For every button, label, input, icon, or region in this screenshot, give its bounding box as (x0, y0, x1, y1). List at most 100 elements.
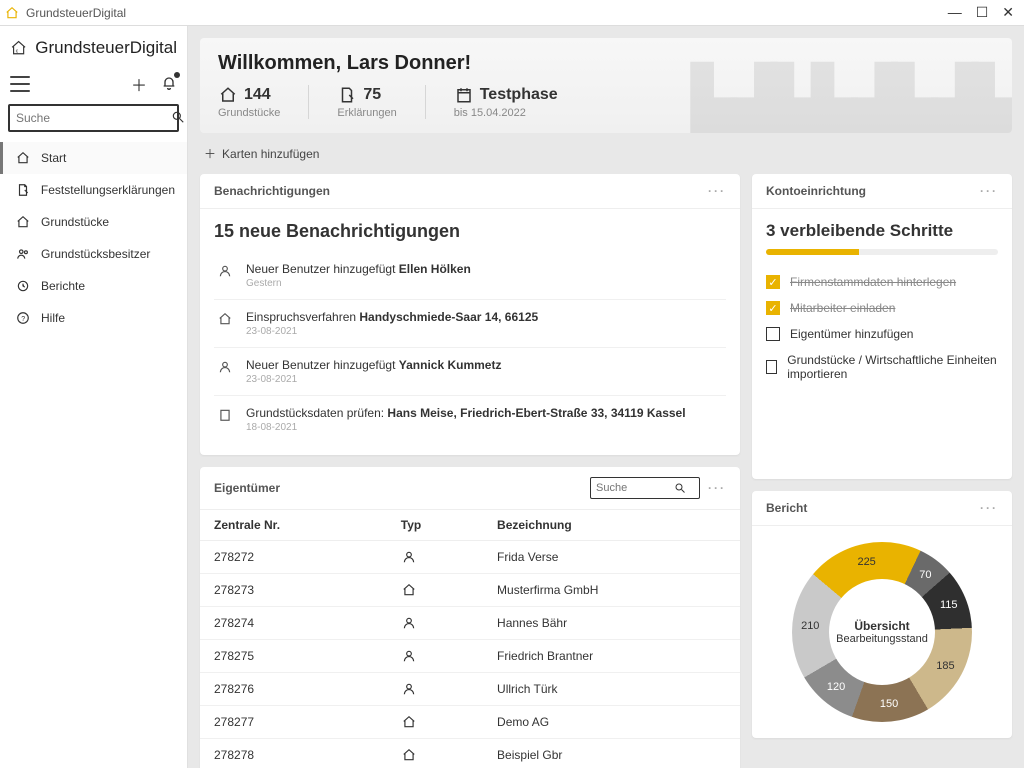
user-icon (401, 648, 417, 664)
cell-nr: 278273 (200, 574, 387, 607)
brand-text: GrundsteuerDigital (35, 38, 177, 58)
window-minimize[interactable]: — (948, 4, 962, 21)
house-icon (218, 85, 238, 105)
nav-start[interactable]: Start (0, 142, 187, 174)
bell-icon[interactable] (161, 74, 177, 95)
add-cards-label: Karten hinzufügen (222, 147, 319, 161)
calendar-icon (454, 85, 474, 105)
window-title: GrundsteuerDigital (26, 6, 126, 20)
nav-owners[interactable]: Grundstücksbesitzer (0, 238, 187, 270)
checkbox-icon: ✓ (766, 275, 780, 289)
cell-nr: 278275 (200, 640, 387, 673)
step-label: Mitarbeiter einladen (790, 301, 895, 315)
setup-title: 3 verbleibende Schritte (766, 221, 998, 241)
stat-label: Grundstücke (218, 107, 280, 119)
donut-segment-label: 115 (940, 599, 958, 611)
donut-segment-label: 225 (857, 556, 875, 568)
col-type[interactable]: Typ (387, 510, 483, 541)
table-row[interactable]: 278276Ullrich Türk (200, 673, 740, 706)
document-icon (15, 182, 31, 198)
nav-declarations[interactable]: Feststellungserklärungen (0, 174, 187, 206)
notification-date: Gestern (246, 278, 724, 289)
house-icon (401, 747, 417, 763)
owners-search-input[interactable] (596, 482, 674, 494)
col-nr[interactable]: Zentrale Nr. (200, 510, 387, 541)
user-icon (401, 681, 417, 697)
setup-step[interactable]: ✓Firmenstammdaten hinterlegen (766, 269, 998, 295)
notification-date: 23-08-2021 (246, 326, 724, 337)
menu-icon[interactable] (10, 76, 30, 92)
help-icon: ? (15, 310, 31, 326)
notification-item[interactable]: Neuer Benutzer hinzugefügt Yannick Kumme… (214, 348, 726, 396)
nav-reports[interactable]: Berichte (0, 270, 187, 302)
clock-icon (15, 278, 31, 294)
cell-nr: 278274 (200, 607, 387, 640)
setup-progress (766, 249, 998, 255)
svg-text:€: € (16, 48, 19, 53)
table-row[interactable]: 278272Frida Verse (200, 541, 740, 574)
notification-text: Neuer Benutzer hinzugefügt Ellen Hölken (246, 262, 724, 276)
notification-item[interactable]: Einspruchsverfahren Handyschmiede-Saar 1… (214, 300, 726, 348)
checkbox-icon (766, 327, 780, 341)
nav-label: Feststellungserklärungen (41, 183, 175, 197)
home-icon (15, 150, 31, 166)
card-title: Benachrichtigungen (214, 184, 330, 198)
skyline-decor: ▙▟▙▙▟▙▟▙ (691, 63, 1012, 133)
stat-value: 75 (363, 86, 381, 104)
notification-item[interactable]: Grundstücksdaten prüfen: Hans Meise, Fri… (214, 396, 726, 443)
more-icon[interactable]: ··· (980, 501, 998, 515)
sidebar-search-input[interactable] (16, 111, 171, 125)
more-icon[interactable]: ··· (708, 184, 726, 198)
user-icon (401, 615, 417, 631)
nav-label: Grundstücksbesitzer (41, 247, 150, 261)
nav-help[interactable]: ? Hilfe (0, 302, 187, 334)
step-label: Grundstücke / Wirtschaftliche Einheiten … (787, 353, 998, 381)
table-row[interactable]: 278277Demo AG (200, 706, 740, 739)
cell-name: Frida Verse (483, 541, 740, 574)
owners-card: Eigentümer ··· Zentrale N (200, 467, 740, 768)
window-maximize[interactable]: ☐ (976, 4, 989, 21)
sidebar-search[interactable] (8, 104, 179, 132)
nav: Start Feststellungserklärungen Grundstüc… (0, 142, 187, 334)
main: ▙▟▙▙▟▙▟▙ Willkommen, Lars Donner! 144 Gr… (188, 26, 1024, 768)
cell-name: Ullrich Türk (483, 673, 740, 706)
add-cards-button[interactable]: ＋ Karten hinzufügen (200, 133, 1012, 174)
cell-type (387, 640, 483, 673)
table-row[interactable]: 278275Friedrich Brantner (200, 640, 740, 673)
user-icon (216, 262, 234, 289)
owners-search[interactable] (590, 477, 700, 499)
nav-label: Berichte (41, 279, 85, 293)
notification-date: 23-08-2021 (246, 374, 724, 385)
nav-label: Hilfe (41, 311, 65, 325)
donut-chart: Übersicht Bearbeitungsstand 225701151851… (752, 526, 1012, 738)
setup-step[interactable]: Eigentümer hinzufügen (766, 321, 998, 347)
checkbox-icon (766, 360, 777, 374)
table-row[interactable]: 278278Beispiel Gbr (200, 739, 740, 768)
stat-plots: 144 Grundstücke (218, 85, 280, 119)
notification-item[interactable]: Neuer Benutzer hinzugefügt Ellen Hölken G… (214, 252, 726, 300)
notification-text: Einspruchsverfahren Handyschmiede-Saar 1… (246, 310, 724, 324)
setup-step[interactable]: ✓Mitarbeiter einladen (766, 295, 998, 321)
app-icon (4, 5, 20, 21)
card-title: Bericht (766, 501, 807, 515)
window-close[interactable]: ✕ (1002, 4, 1014, 21)
building-icon (216, 406, 234, 433)
donut-title: Übersicht (854, 619, 909, 633)
nav-label: Start (41, 151, 66, 165)
donut-segment-label: 70 (919, 569, 931, 581)
card-title: Eigentümer (214, 481, 280, 495)
stat-value: Testphase (480, 86, 558, 104)
setup-step[interactable]: Grundstücke / Wirtschaftliche Einheiten … (766, 347, 998, 387)
svg-text:?: ? (21, 316, 25, 323)
nav-plots[interactable]: Grundstücke (0, 206, 187, 238)
report-card: Bericht ··· Übersicht Bearbeitungsstand … (752, 491, 1012, 738)
cell-nr: 278277 (200, 706, 387, 739)
more-icon[interactable]: ··· (708, 481, 726, 495)
col-name[interactable]: Bezeichnung (483, 510, 740, 541)
table-row[interactable]: 278274Hannes Bähr (200, 607, 740, 640)
more-icon[interactable]: ··· (980, 184, 998, 198)
table-row[interactable]: 278273Musterfirma GmbH (200, 574, 740, 607)
brand: € GrundsteuerDigital (0, 26, 187, 66)
cell-name: Beispiel Gbr (483, 739, 740, 768)
add-icon[interactable]: ＋ (131, 72, 147, 96)
